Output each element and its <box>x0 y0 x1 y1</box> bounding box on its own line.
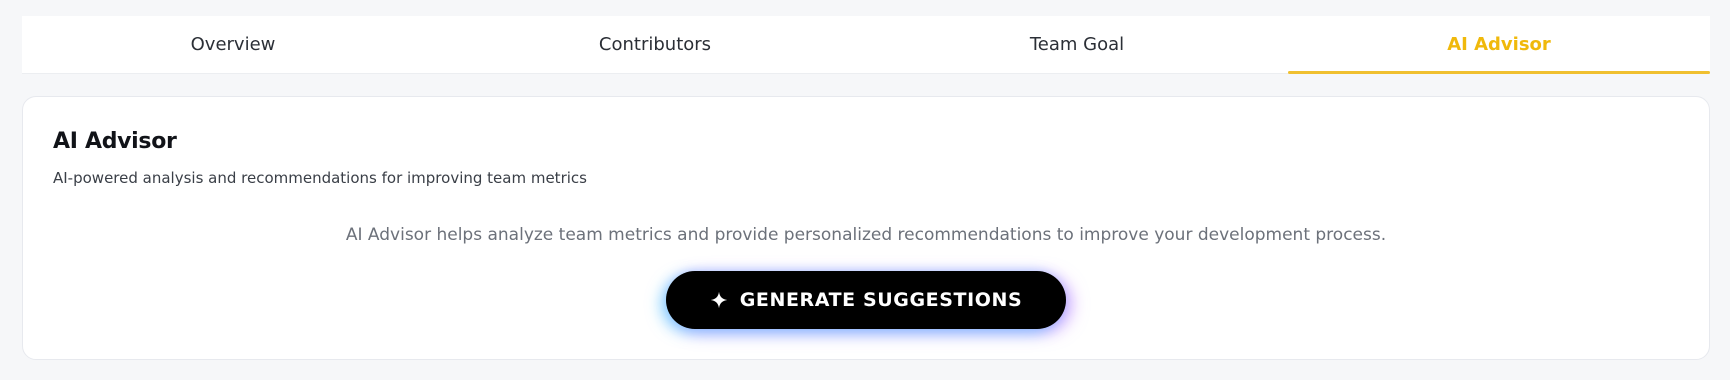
tab-team-goal[interactable]: Team Goal <box>866 16 1288 73</box>
card-title: AI Advisor <box>53 129 177 154</box>
button-container: GENERATE SUGGESTIONS <box>23 271 1709 329</box>
tab-overview[interactable]: Overview <box>22 16 444 73</box>
tab-bar: Overview Contributors Team Goal AI Advis… <box>22 16 1710 74</box>
card-description: AI Advisor helps analyze team metrics an… <box>345 225 1387 245</box>
card-subtitle: AI-powered analysis and recommendations … <box>53 169 587 187</box>
tab-contributors[interactable]: Contributors <box>444 16 866 73</box>
generate-suggestions-label: GENERATE SUGGESTIONS <box>739 289 1023 311</box>
tab-ai-advisor[interactable]: AI Advisor <box>1288 16 1710 74</box>
sparkle-icon <box>710 291 728 309</box>
generate-suggestions-button[interactable]: GENERATE SUGGESTIONS <box>666 271 1066 329</box>
ai-advisor-card: AI Advisor AI-powered analysis and recom… <box>22 96 1710 360</box>
